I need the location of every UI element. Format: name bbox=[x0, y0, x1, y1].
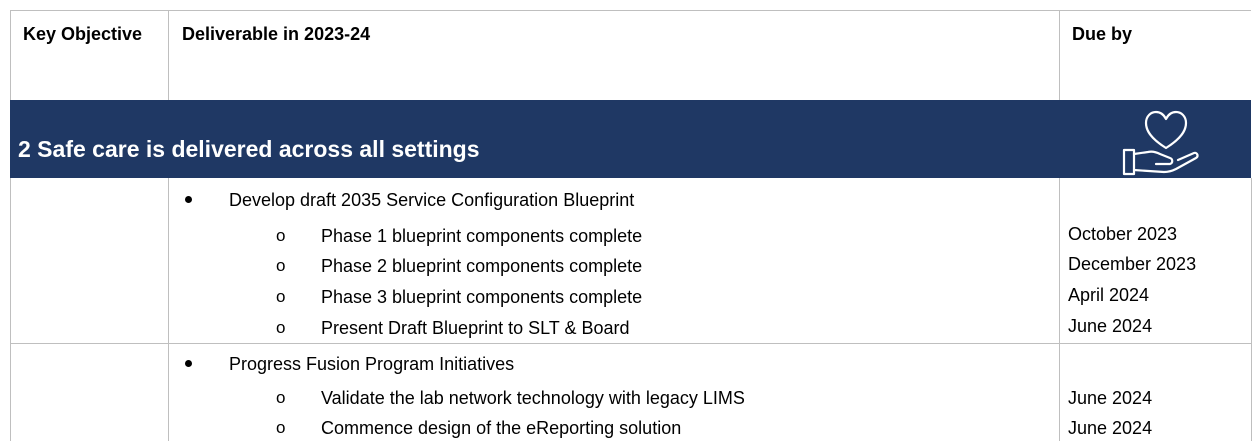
sub-bullet-icon: o bbox=[276, 418, 286, 437]
due-date: June 2024 bbox=[1068, 418, 1153, 438]
deliverable-item: Present Draft Blueprint to SLT & Board bbox=[321, 318, 630, 338]
column-divider-1 bbox=[168, 10, 169, 100]
header-key-objective: Key Objective bbox=[23, 24, 143, 44]
deliverable-item: Phase 2 blueprint components complete bbox=[321, 256, 643, 276]
deliverable-item: Validate the lab network technology with… bbox=[321, 388, 745, 408]
sub-bullet-icon: o bbox=[276, 388, 286, 407]
deliverable-bullet: Progress Fusion Program Initiatives bbox=[229, 354, 515, 374]
heart-hand-icon bbox=[1122, 110, 1199, 176]
deliverable-item: Phase 1 blueprint components complete bbox=[321, 226, 643, 246]
sub-bullet-icon: o bbox=[276, 318, 286, 337]
deliverable-bullet: Develop draft 2035 Service Configuration… bbox=[229, 190, 635, 210]
column-divider-2 bbox=[1059, 10, 1060, 100]
header-deliverable: Deliverable in 2023-24 bbox=[182, 24, 371, 44]
due-date: December 2023 bbox=[1068, 254, 1197, 274]
bullet-icon bbox=[185, 360, 192, 367]
due-date: June 2024 bbox=[1068, 316, 1153, 336]
column-divider-1 bbox=[168, 178, 169, 441]
due-date: April 2024 bbox=[1068, 285, 1150, 305]
due-date: October 2023 bbox=[1068, 224, 1178, 244]
table-left-border bbox=[10, 10, 11, 441]
section-banner: 2 Safe care is delivered across all sett… bbox=[10, 100, 1251, 178]
sub-bullet-icon: o bbox=[276, 287, 286, 306]
header-due-by: Due by bbox=[1072, 24, 1133, 44]
row-divider bbox=[10, 343, 1251, 344]
table-top-border bbox=[10, 10, 1251, 11]
due-date: June 2024 bbox=[1068, 388, 1153, 408]
deliverable-item: Commence design of the eReporting soluti… bbox=[321, 418, 682, 438]
bullet-icon bbox=[185, 196, 192, 203]
deliverable-item: Phase 3 blueprint components complete bbox=[321, 287, 643, 307]
section-title: 2 Safe care is delivered across all sett… bbox=[18, 136, 480, 162]
sub-bullet-icon: o bbox=[276, 256, 286, 275]
sub-bullet-icon: o bbox=[276, 226, 286, 245]
objectives-table: Key Objective Deliverable in 2023-24 Due… bbox=[0, 0, 1252, 441]
column-divider-2 bbox=[1059, 178, 1060, 441]
